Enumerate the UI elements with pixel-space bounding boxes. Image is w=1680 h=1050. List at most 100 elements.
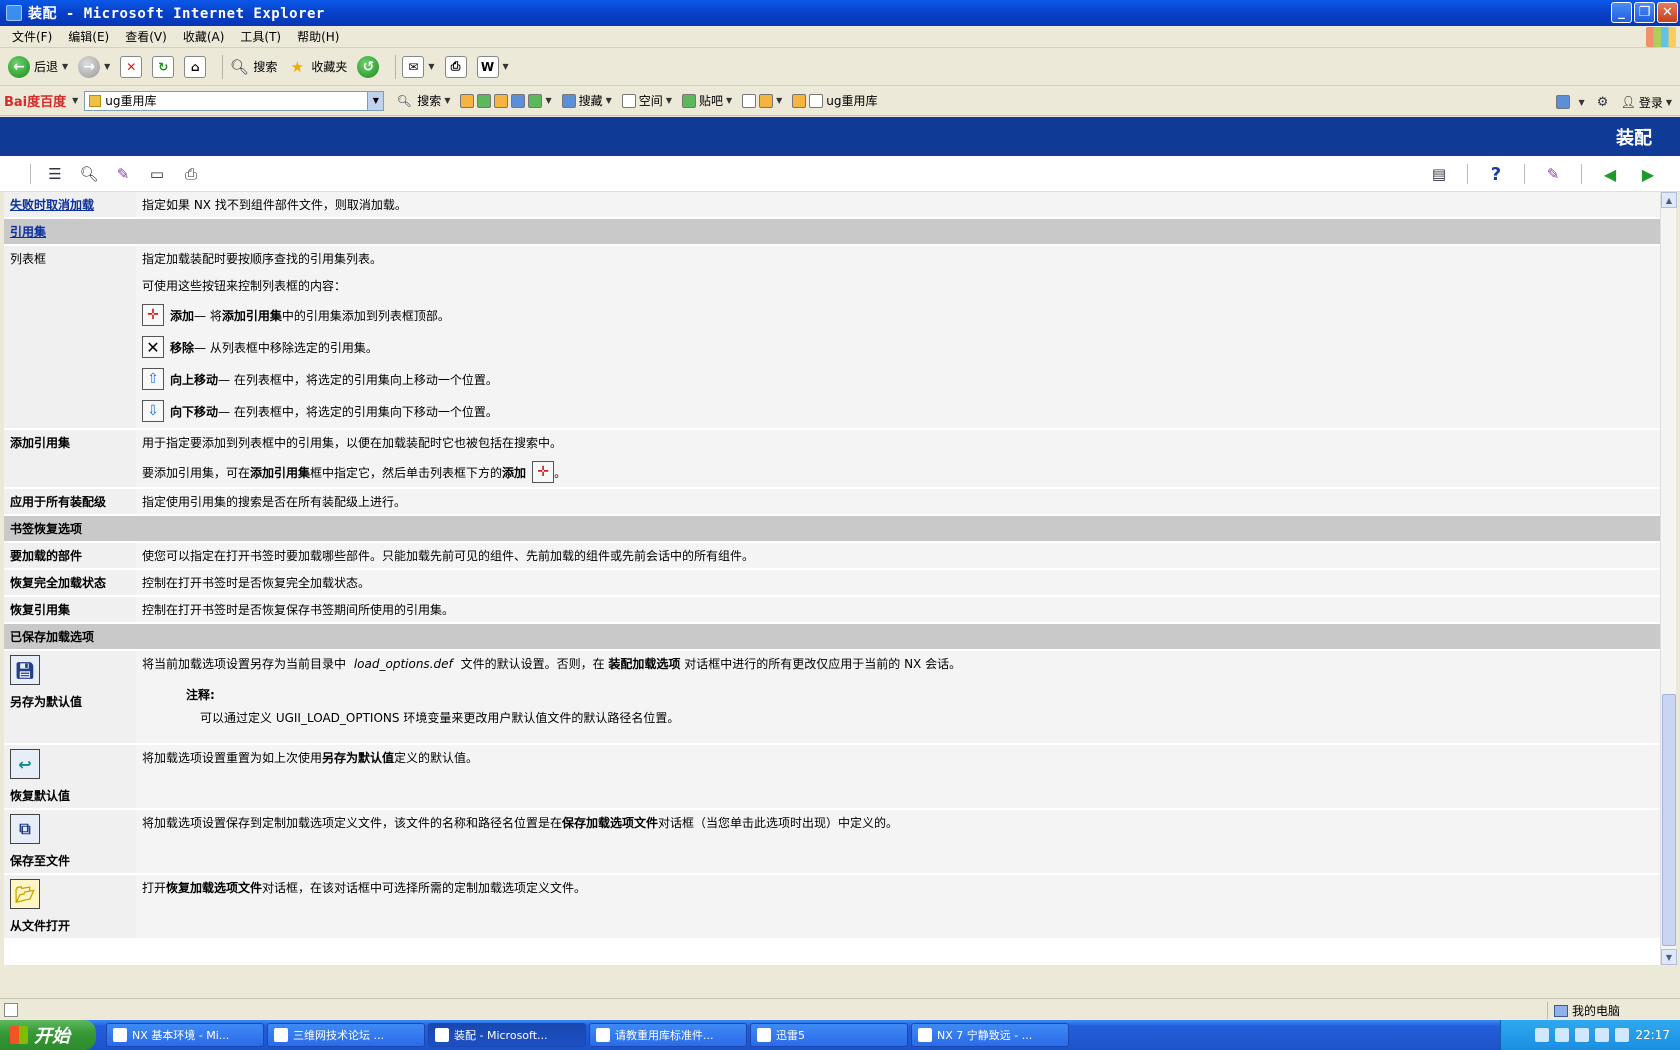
row-description: 使您可以指定在打开书签时要加载哪些部件。只能加载先前可见的组件、先前加载的组件或…	[136, 542, 1660, 570]
start-label: 开始	[34, 1026, 70, 1047]
search-button[interactable]: 🔍︎ 搜索	[229, 57, 278, 77]
back-label: 后退	[34, 60, 59, 74]
clock[interactable]: 22:17	[1635, 1028, 1670, 1042]
taskbar-item[interactable]: 迅雷5	[750, 1023, 908, 1047]
start-button[interactable]: 开始	[0, 1020, 96, 1050]
security-shield-icon[interactable]	[1615, 1028, 1630, 1042]
note-block: 注释: 可以通过定义 UGII_LOAD_OPTIONS 环境变量来更改用户默认…	[186, 688, 680, 725]
tool-icon-1[interactable]	[460, 93, 475, 108]
ie-icon	[435, 1028, 449, 1042]
tool-icon-3[interactable]	[494, 93, 509, 108]
help-question-icon[interactable]: ?	[1486, 164, 1506, 185]
keyboard-icon[interactable]	[1535, 1028, 1550, 1042]
move-up-term: 向上移动	[170, 372, 219, 387]
taskbar-item[interactable]: 三维网技术论坛 ...	[267, 1023, 425, 1047]
page-status-icon	[4, 1002, 18, 1017]
window-title-bar[interactable]: 装配 - Microsoft Internet Explorer _ ❐ ✕	[0, 0, 1680, 26]
previous-arrow-icon[interactable]: ◀	[1600, 164, 1620, 184]
baidu-dropdown-icon[interactable]: ▼	[367, 91, 384, 110]
scroll-down-arrow-icon[interactable]: ▼	[1661, 949, 1677, 965]
login-button[interactable]: 👤︎ 登录 ▼	[1621, 94, 1672, 111]
row-description: 可使用这些按钮来控制列表框的内容：	[142, 279, 347, 293]
index-icon[interactable]: ✎	[113, 164, 133, 184]
tool-icon-5[interactable]	[528, 93, 543, 108]
highlight-icon	[792, 93, 807, 108]
row-label: 要加载的部件	[4, 542, 136, 570]
help-header: 装配	[0, 117, 1680, 156]
row-label: 恢复完全加载状态	[4, 569, 136, 597]
menu-edit[interactable]: 编辑(E)	[60, 28, 117, 45]
menu-file[interactable]: 文件(F)	[4, 28, 60, 45]
next-arrow-icon[interactable]: ▶	[1638, 164, 1658, 184]
options-table: 失败时取消加载 指定如果 NX 找不到组件部件文件，则取消加载。 引用集 列表框…	[4, 192, 1660, 940]
baidu-collect-button[interactable]: 搜藏 ▼	[561, 92, 612, 109]
history-icon[interactable]: ↺	[357, 55, 380, 78]
menu-help[interactable]: 帮助(H)	[289, 28, 347, 45]
baidu-space-button[interactable]: 空间 ▼	[621, 92, 672, 109]
scroll-thumb[interactable]	[1662, 694, 1676, 946]
refresh-icon[interactable]: ↻	[152, 55, 175, 78]
baidu-ugreuse-button[interactable]: ug重用库	[792, 92, 878, 109]
back-button[interactable]: ← 后退 ▼	[8, 55, 68, 78]
move-up-text: — 在列表框中，将选定的引用集向上移动一个位置。	[218, 372, 498, 387]
baidu-search-input[interactable]: ug重用库 ▼	[84, 90, 385, 111]
section-header-row: 引用集	[4, 218, 1660, 246]
print-icon[interactable]: ⎙	[444, 55, 467, 78]
taskbar-item[interactable]: NX 基本环境 - Mi...	[106, 1023, 264, 1047]
favorites-button[interactable]: ★ 收藏夹	[287, 57, 348, 77]
layout-icon[interactable]	[1556, 95, 1571, 109]
row-description: 控制在打开书签时是否恢复完全加载状态。	[136, 569, 1660, 597]
table-row: 💾︎ 另存为默认值 将当前加载选项设置另存为当前目录中 load_options…	[4, 650, 1660, 745]
space-label: 空间	[638, 94, 663, 108]
fail-cancel-link[interactable]: 失败时取消加载	[10, 198, 94, 212]
baidu-search-button[interactable]: 🔍︎ 搜索 ▼	[394, 91, 451, 111]
forward-button[interactable]: → ▼	[78, 55, 110, 78]
nx-icon	[918, 1028, 932, 1042]
taskbar-item-active[interactable]: 装配 - Microsoft...	[428, 1023, 586, 1047]
search-icon[interactable]: 🔍︎	[79, 164, 99, 184]
back-dropdown-icon[interactable]: ▼	[62, 62, 68, 71]
taskbar-item[interactable]: 请教重用库标准件...	[589, 1023, 747, 1047]
glossary-icon[interactable]: ▭	[147, 164, 167, 184]
scroll-up-arrow-icon[interactable]: ▲	[1661, 192, 1677, 208]
stop-icon[interactable]: ✕	[120, 55, 143, 78]
minimize-button[interactable]: _	[1611, 2, 1632, 23]
menu-tools[interactable]: 工具(T)	[232, 28, 289, 45]
home-icon[interactable]: ⌂	[184, 55, 207, 78]
add-refset-icon: ✛	[532, 461, 555, 483]
row-label: 列表框	[4, 245, 136, 430]
window-title: 装配 - Microsoft Internet Explorer	[28, 6, 325, 22]
save-default-icon: 💾︎	[10, 655, 40, 685]
taskbar-item[interactable]: NX 7 宁静致远 - ...	[911, 1023, 1069, 1047]
help-tray-icon[interactable]	[1555, 1028, 1570, 1042]
network-icon[interactable]	[1575, 1028, 1590, 1042]
close-button[interactable]: ✕	[1657, 2, 1678, 23]
translate-icon[interactable]	[742, 93, 757, 108]
mail-icon[interactable]: ✉	[402, 55, 425, 78]
baidu-logo[interactable]: Bai度百度	[4, 91, 66, 110]
ime-icon[interactable]	[1595, 1028, 1610, 1042]
row-description: 指定使用引用集的搜索是否在所有装配级上进行。	[136, 488, 1660, 516]
menu-favorites[interactable]: 收藏(A)	[175, 28, 233, 45]
status-bar: 我的电脑	[0, 998, 1680, 1020]
help-toolbar: ☰ 🔍︎ ✎ ▭ ⎙ ▤ ? ✎ ◀ ▶	[0, 156, 1680, 192]
tool-icon-4[interactable]	[511, 93, 526, 108]
contents-icon[interactable]: ☰	[45, 164, 65, 184]
pen-icon[interactable]: ✎	[1543, 164, 1563, 184]
gear-icon[interactable]: ⚙	[1593, 92, 1613, 112]
refset-section-link[interactable]: 引用集	[10, 225, 46, 239]
forward-dropdown-icon[interactable]: ▼	[104, 62, 110, 71]
print-topic-icon[interactable]: ⎙	[181, 164, 201, 184]
edit-word-icon[interactable]: W	[476, 55, 499, 78]
baidu-query: ug重用库	[105, 94, 157, 108]
tool-icon-2[interactable]	[477, 93, 492, 108]
show-navigation-icon[interactable]: ▤	[1429, 164, 1449, 184]
baidu-tieba-button[interactable]: 贴吧 ▼	[681, 92, 732, 109]
menu-view[interactable]: 查看(V)	[117, 28, 175, 45]
block-popup-icon[interactable]	[759, 93, 774, 108]
move-down-term: 向下移动	[170, 404, 219, 419]
table-row: 应用于所有装配级 指定使用引用集的搜索是否在所有装配级上进行。	[4, 488, 1660, 516]
maximize-button[interactable]: ❐	[1634, 2, 1655, 23]
vertical-scrollbar[interactable]: ▲ ▼	[1660, 192, 1677, 965]
baidu-menu-icon[interactable]: ▼	[72, 96, 78, 105]
